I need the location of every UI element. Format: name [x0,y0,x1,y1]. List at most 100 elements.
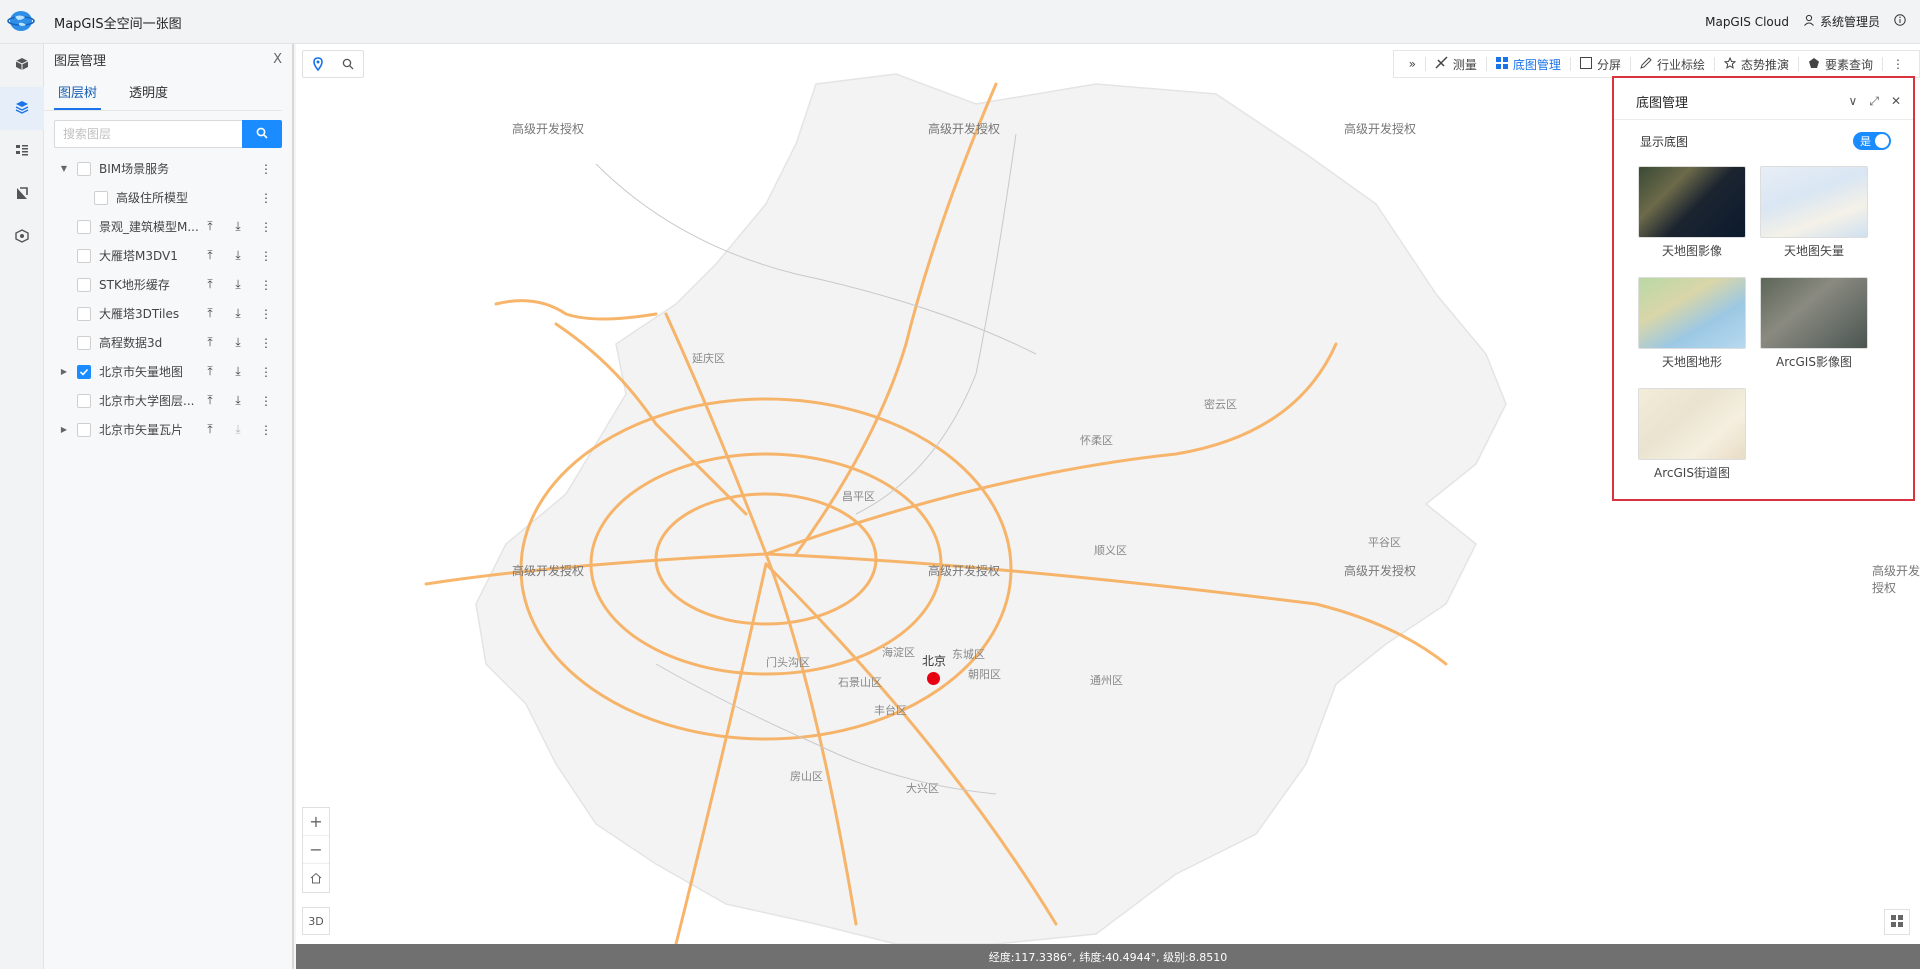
caret-down-icon[interactable]: ▼ [57,164,71,173]
user-name: 系统管理员 [1819,15,1880,29]
more-vertical-icon[interactable]: ⋮ [258,162,274,176]
info-icon[interactable] [1894,14,1906,29]
home-button[interactable] [303,864,329,892]
tree-row[interactable]: 高程数据3d ⤒ ⤓ ⋮ [44,328,292,357]
more-vertical-icon[interactable]: ⋮ [258,423,274,437]
tab-transparency[interactable]: 透明度 [125,78,172,110]
layer-checkbox[interactable] [77,335,91,350]
move-down-icon[interactable]: ⤓ [230,277,246,292]
move-up-icon[interactable]: ⤒ [202,248,218,263]
tree-row[interactable]: 大雁塔M3DV1 ⤒ ⤓ ⋮ [44,241,292,270]
globe-logo-icon[interactable] [7,8,35,34]
layout-grid-button[interactable] [1884,909,1910,935]
layer-panel-close-button[interactable]: X [273,52,282,67]
tree-row[interactable]: 景观_建筑模型M... ⤒ ⤓ ⋮ [44,212,292,241]
basemap-thumbnail [1638,277,1746,349]
layer-checkbox[interactable] [77,306,91,321]
situation-label: 态势推演 [1740,57,1789,72]
close-icon[interactable]: ✕ [1891,94,1901,109]
basemap-option[interactable]: 天地图地形 [1638,277,1746,370]
layer-search-input[interactable] [54,120,242,148]
tree-row[interactable]: 大雁塔3DTiles ⤒ ⤓ ⋮ [44,299,292,328]
zoom-out-button[interactable]: − [303,836,329,864]
basemap-tool[interactable]: 底图管理 [1487,56,1571,72]
rail-list-button[interactable] [0,130,44,173]
more-vertical-icon[interactable]: ⋮ [258,249,274,263]
feature-query-tool[interactable]: 要素查询 [1799,57,1883,72]
measure-tool[interactable]: 测量 [1426,56,1487,72]
move-up-icon[interactable]: ⤒ [202,364,218,379]
layer-checkbox[interactable] [77,277,91,292]
watermark: 高级开发授权 [1344,122,1417,136]
more-vertical-icon[interactable]: ⋮ [258,191,274,205]
situation-tool[interactable]: 态势推演 [1715,56,1799,72]
layer-checkbox[interactable] [77,161,91,176]
move-up-icon[interactable]: ⤒ [202,335,218,350]
mapgis-cloud-link[interactable]: MapGIS Cloud [1705,15,1789,29]
layer-checkbox[interactable] [77,219,91,234]
layer-label: 大雁塔M3DV1 [99,249,178,263]
tree-row[interactable]: ▼ BIM场景服务 ⋮ [44,154,292,183]
location-pin-icon[interactable] [303,51,333,77]
map-search-icon[interactable] [333,51,363,77]
basemap-caption: 天地图矢量 [1783,244,1844,258]
move-down-icon[interactable]: ⤓ [230,364,246,379]
more-vertical-icon[interactable]: ⋮ [258,278,274,292]
move-down-icon[interactable]: ⤓ [230,248,246,263]
more-vertical-icon[interactable]: ⋮ [258,394,274,408]
collapse-icon[interactable]: ∨ [1849,94,1858,109]
show-basemap-toggle[interactable]: 是 [1853,132,1891,150]
toolbar-expand-button[interactable]: » [1400,57,1426,71]
move-down-icon[interactable]: ⤓ [230,393,246,408]
basemap-caption: ArcGIS影像图 [1776,355,1852,369]
plotting-tool[interactable]: 行业标绘 [1631,56,1715,72]
move-down-icon[interactable]: ⤓ [230,306,246,321]
move-up-icon[interactable]: ⤒ [202,277,218,292]
tree-row[interactable]: STK地形缓存 ⤒ ⤓ ⋮ [44,270,292,299]
app-title: MapGIS全空间一张图 [54,17,182,32]
view-3d-button[interactable]: 3D [302,907,330,935]
tree-row[interactable]: 北京市大学图层... ⤒ ⤓ ⋮ [44,386,292,415]
tree-row[interactable]: ▶ 北京市矢量瓦片 ⤒ ⤓ ⋮ [44,415,292,444]
fullscreen-icon[interactable]: ⤢ [1869,94,1879,109]
move-down-icon[interactable]: ⤓ [230,219,246,234]
layer-checkbox[interactable] [77,393,91,408]
layer-checkbox[interactable] [77,364,91,379]
move-up-icon[interactable]: ⤒ [202,393,218,408]
location-marker[interactable] [927,672,940,685]
pen-icon [1640,56,1652,72]
zoom-in-button[interactable]: + [303,808,329,836]
layer-checkbox[interactable] [94,190,108,205]
more-vertical-icon[interactable]: ⋮ [258,220,274,234]
move-up-icon[interactable]: ⤒ [202,219,218,234]
move-down-icon[interactable]: ⤓ [230,335,246,350]
basemap-option[interactable]: 天地图影像 [1638,166,1746,259]
user-menu[interactable]: 系统管理员 [1803,13,1880,30]
rail-layers-button[interactable] [0,87,44,130]
move-up-icon[interactable]: ⤒ [202,422,218,437]
layer-checkbox[interactable] [77,422,91,437]
basemap-option[interactable]: 天地图矢量 [1760,166,1868,259]
district-label: 房山区 [790,770,823,783]
caret-right-icon[interactable]: ▶ [57,367,71,376]
move-up-icon[interactable]: ⤒ [202,306,218,321]
split-screen-tool[interactable]: 分屏 [1571,56,1631,72]
tree-row[interactable]: ▶ 北京市矢量地图 ⤒ ⤓ ⋮ [44,357,292,386]
basemap-thumbnail [1638,166,1746,238]
rail-scene-button[interactable] [0,44,44,87]
layer-search-button[interactable] [242,120,282,148]
basemap-label: 底图管理 [1512,57,1561,72]
more-vertical-icon[interactable]: ⋮ [258,336,274,350]
basemap-option[interactable]: ArcGIS街道图 [1638,388,1746,481]
tab-layer-tree[interactable]: 图层树 [54,78,102,110]
more-vertical-icon[interactable]: ⋮ [258,365,274,379]
caret-right-icon[interactable]: ▶ [57,425,71,434]
more-vertical-icon[interactable]: ⋮ [258,307,274,321]
tree-row[interactable]: 高级住所模型 ⋮ [44,183,292,212]
rail-plot-button[interactable] [0,173,44,216]
home-icon [310,872,322,884]
layer-checkbox[interactable] [77,248,91,263]
rail-analysis-button[interactable] [0,216,44,259]
toolbar-more-icon[interactable]: ⋮ [1883,57,1913,71]
basemap-option[interactable]: ArcGIS影像图 [1760,277,1868,370]
